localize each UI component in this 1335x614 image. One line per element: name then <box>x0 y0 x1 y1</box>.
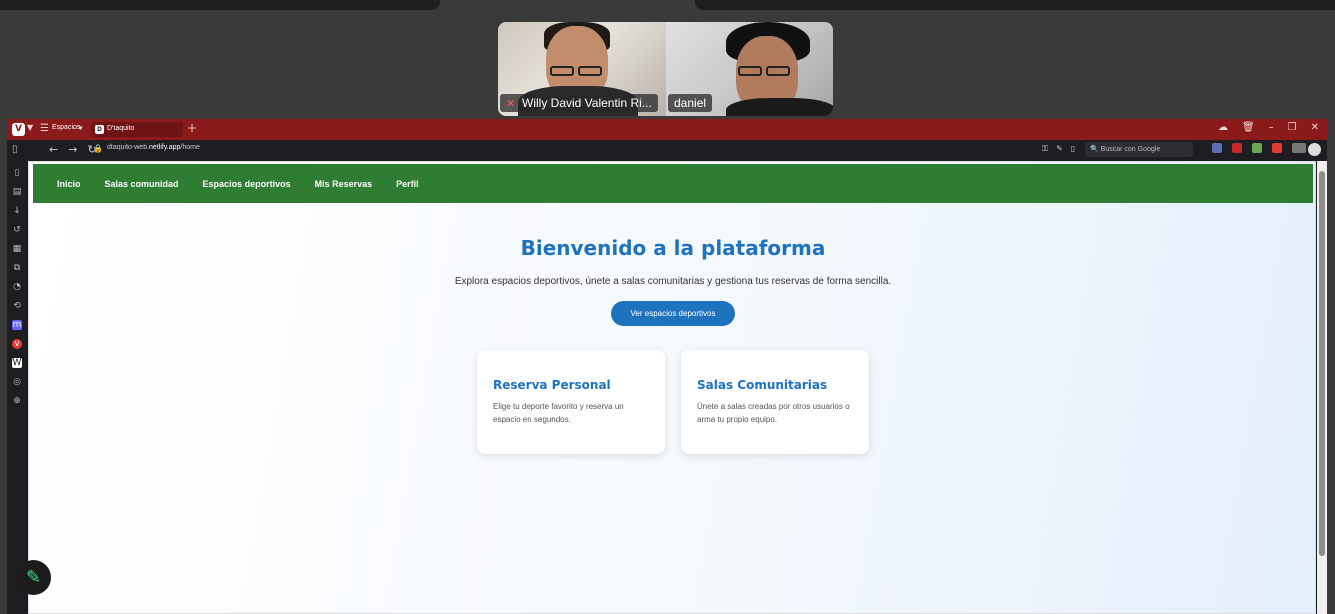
search-field[interactable]: 🔍 Buscar con Google <box>1085 142 1193 157</box>
wikipedia-icon[interactable]: W <box>12 358 22 368</box>
url-prefix: dtaquito-web. <box>107 144 150 151</box>
reading-list-icon[interactable]: ▤ <box>12 187 22 197</box>
participant-name-tag: ✕ Willy David Valentin Ri... <box>500 94 658 112</box>
meeting-toolbar-right <box>695 0 1335 10</box>
nav-salas-comunidad[interactable]: Salas comunidad <box>105 179 179 189</box>
downloads-icon[interactable]: ↓ <box>12 206 22 216</box>
address-bar: ▯ ← → ↻ 🔒 dtaquito-web.netlify.app/home … <box>7 140 1327 160</box>
restore-icon[interactable]: ❐ <box>1288 122 1297 133</box>
meeting-area: ✕ Willy David Valentin Ri... daniel <box>0 0 1335 120</box>
sync-icon[interactable]: ⟲ <box>12 301 22 311</box>
mic-off-icon: ✕ <box>506 98 516 110</box>
windows-icon[interactable]: ⧉ <box>12 263 22 273</box>
browser-titlebar: V ▼ ☰ Espacios ▾ D D'taquito + ☁ 🗑 – ❐ ✕ <box>7 119 1327 140</box>
participant-body <box>726 98 833 116</box>
profile-avatar[interactable] <box>1308 143 1321 156</box>
extensions <box>1212 143 1306 153</box>
browser-tab[interactable]: D D'taquito <box>91 122 183 137</box>
participant-name: daniel <box>674 96 707 110</box>
spaces-label[interactable]: Espacios <box>52 124 80 131</box>
card-title: Reserva Personal <box>493 378 611 392</box>
add-panel-icon[interactable]: ⊕ <box>12 396 22 406</box>
browser-sidebar: ▯ ▤ ↓ ↺ ▦ ⧉ ◔ ⟲ m v W ◎ ⊕ <box>7 160 27 614</box>
search-placeholder: Buscar con Google <box>1100 146 1161 153</box>
lock-icon[interactable]: 🔒 <box>93 144 103 153</box>
vivaldi-menu-icon[interactable]: V <box>12 123 25 136</box>
card-salas-comunitarias[interactable]: Salas Comunitarias Únete a salas creadas… <box>681 350 869 454</box>
extension-icon[interactable] <box>1252 143 1262 153</box>
url-field[interactable]: dtaquito-web.netlify.app/home <box>107 144 200 151</box>
scrollbar-thumb[interactable] <box>1319 171 1325 556</box>
minimize-icon[interactable]: – <box>1269 122 1274 133</box>
glasses-icon <box>738 66 762 76</box>
nav-espacios-deportivos[interactable]: Espacios deportivos <box>203 179 291 189</box>
key-icon[interactable]: ⚿ <box>1042 144 1048 154</box>
glasses-icon <box>550 66 574 76</box>
page-scrollbar[interactable] <box>1317 161 1327 614</box>
web-panel-icon[interactable]: ◎ <box>12 377 22 387</box>
notes-icon[interactable]: ▦ <box>12 244 22 254</box>
navigation-controls: ← → ↻ <box>49 143 97 156</box>
cloud-icon[interactable]: ☁ <box>1218 122 1228 133</box>
card-title: Salas Comunitarias <box>697 378 828 392</box>
extension-icon[interactable] <box>1272 143 1282 153</box>
address-tools: ⚿ ✎ ▯ <box>1042 144 1075 154</box>
window-controls: ☁ 🗑 – ❐ ✕ <box>1218 122 1319 133</box>
extension-icon[interactable] <box>1232 143 1242 153</box>
close-icon[interactable]: ✕ <box>1311 122 1319 133</box>
participant-name-tag: daniel <box>668 94 713 112</box>
card-text: Elige tu deporte favorito y reserva un e… <box>493 402 624 424</box>
glasses-icon <box>766 66 790 76</box>
extension-icon[interactable] <box>1212 143 1222 153</box>
glasses-icon <box>578 66 602 76</box>
video-tile-participant-1[interactable]: ✕ Willy David Valentin Ri... <box>498 22 666 116</box>
meeting-toolbar-left <box>0 0 440 10</box>
card-reserva-personal[interactable]: Reserva Personal Elige tu deporte favori… <box>477 350 665 454</box>
ver-espacios-button[interactable]: Ver espacios deportivos <box>611 301 735 326</box>
url-path: /home <box>180 144 200 151</box>
forward-icon[interactable]: → <box>68 143 77 156</box>
translate-icon[interactable]: ◔ <box>12 282 22 292</box>
vpn-icon[interactable] <box>1292 143 1306 153</box>
url-domain: netlify.app <box>149 144 181 151</box>
nav-mis-reservas[interactable]: Mis Reservas <box>315 179 373 189</box>
bookmarks-icon[interactable]: ▯ <box>12 168 22 178</box>
bookmark-icon[interactable]: ▯ <box>1071 144 1075 154</box>
pencil-icon[interactable]: ✎ <box>16 560 51 595</box>
nav-perfil[interactable]: Perfil <box>396 179 419 189</box>
hero-title: Bienvenido a la plataforma <box>520 236 826 260</box>
edit-icon[interactable]: ✎ <box>1056 144 1063 154</box>
browser-window: V ▼ ☰ Espacios ▾ D D'taquito + ☁ 🗑 – ❐ ✕… <box>7 119 1327 614</box>
card-text: Únete a salas creadas por otros usuarios… <box>697 402 850 424</box>
nav-inicio[interactable]: Inicio <box>57 179 81 189</box>
video-tile-participant-2[interactable]: daniel <box>666 22 833 116</box>
trash-icon[interactable]: 🗑 <box>1242 122 1255 133</box>
site-navbar: Inicio Salas comunidad Espacios deportiv… <box>33 164 1313 203</box>
spaces-icon[interactable]: ☰ <box>40 123 49 134</box>
mastodon-icon[interactable]: m <box>12 320 22 330</box>
chevron-down-icon[interactable]: ▾ <box>79 124 83 132</box>
hero-subtitle: Explora espacios deportivos, únete a sal… <box>454 276 892 287</box>
chevron-down-icon[interactable]: ▼ <box>27 123 33 132</box>
new-tab-button[interactable]: + <box>187 121 197 135</box>
history-icon[interactable]: ↺ <box>12 225 22 235</box>
sidebar-toggle-icon[interactable]: ▯ <box>12 144 18 155</box>
back-icon[interactable]: ← <box>49 143 58 156</box>
tab-title: D'taquito <box>107 125 135 132</box>
vivaldi-social-icon[interactable]: v <box>12 339 22 349</box>
web-page: Inicio Salas comunidad Espacios deportiv… <box>28 161 1316 614</box>
tab-favicon-icon: D <box>95 125 104 134</box>
participant-name: Willy David Valentin Ri... <box>522 96 652 110</box>
panel-toggle[interactable]: ▯ <box>12 144 18 155</box>
